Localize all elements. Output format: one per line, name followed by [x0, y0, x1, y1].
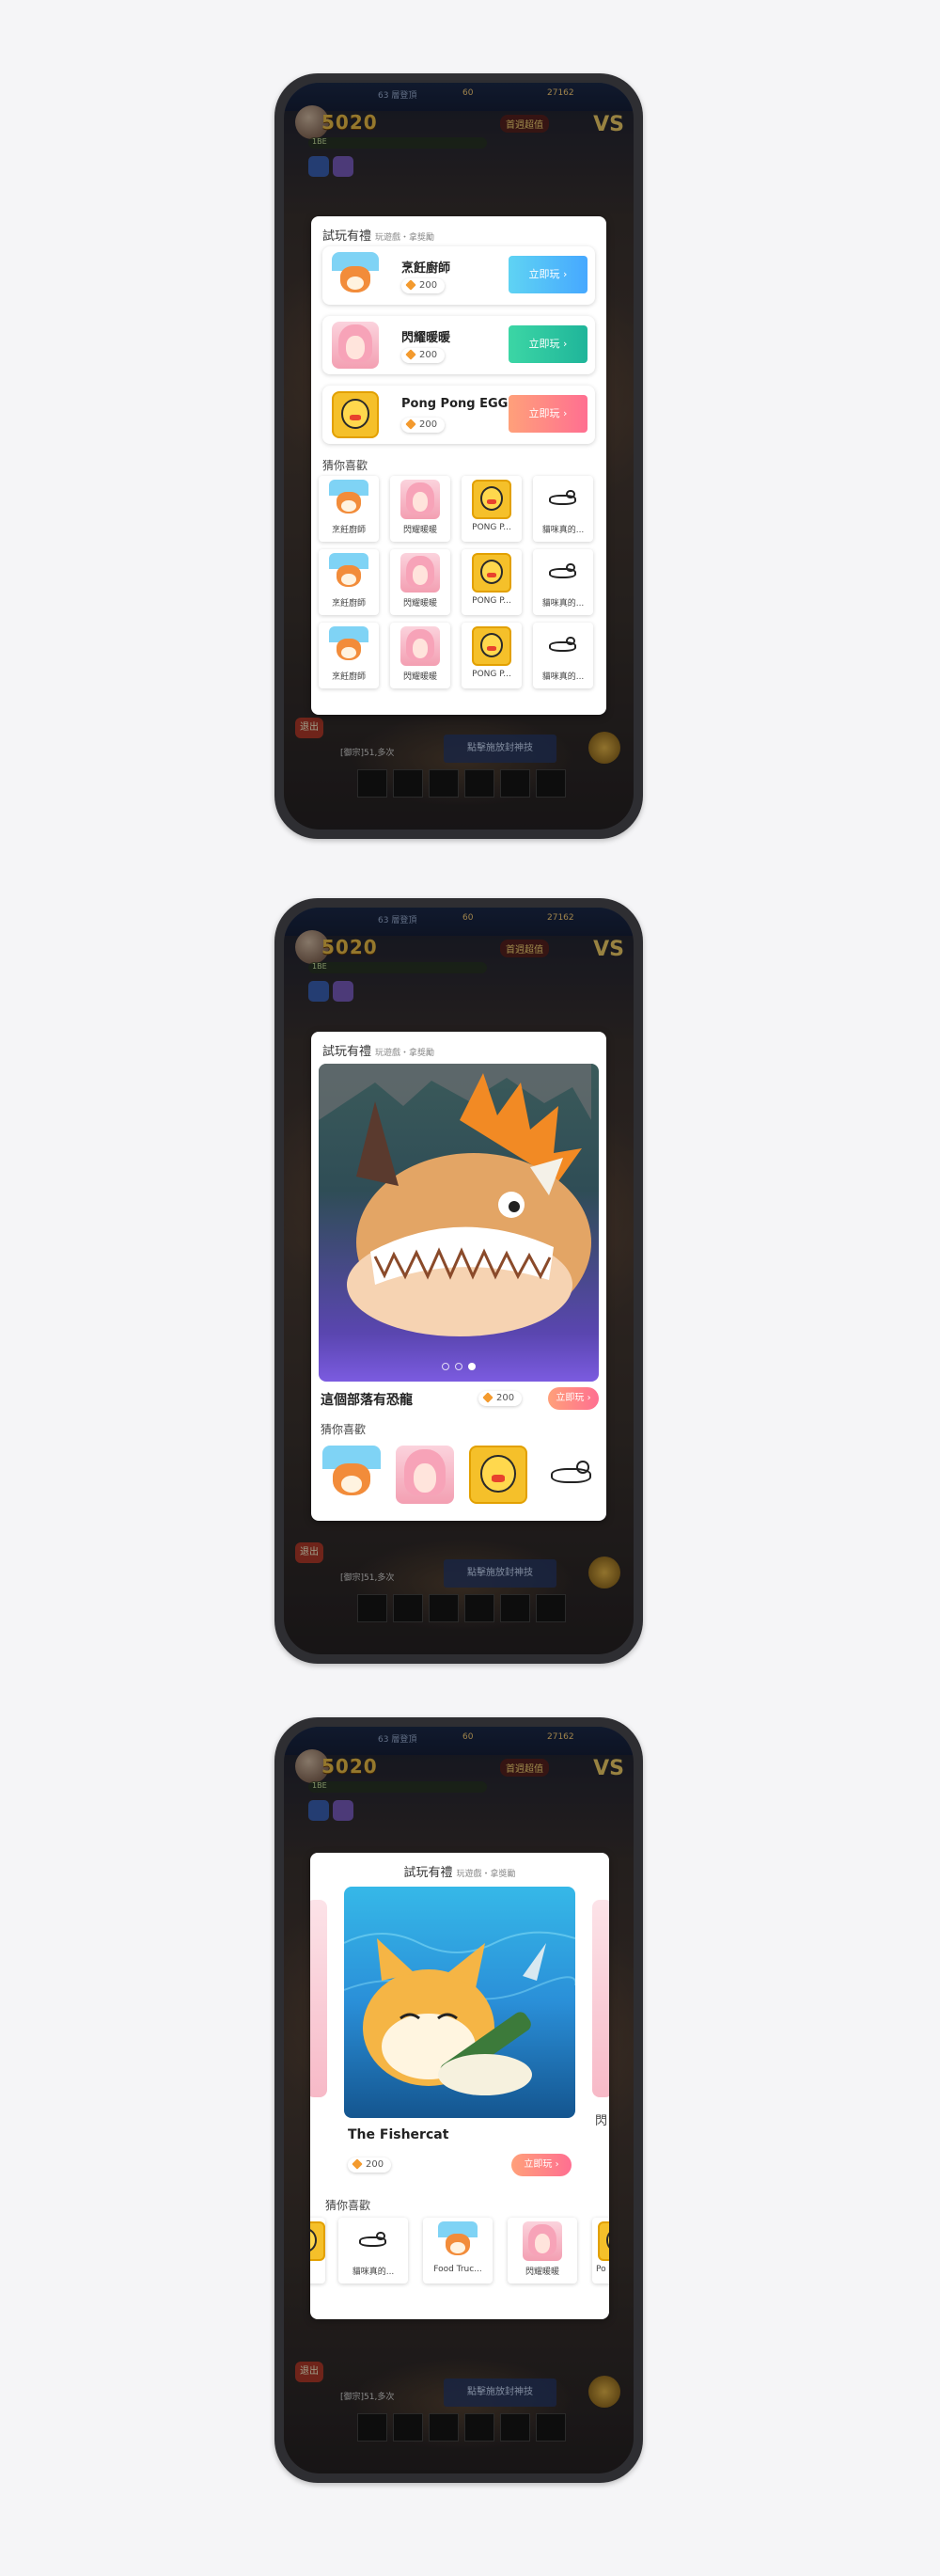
game-tile[interactable]: Food Truc... — [423, 2218, 493, 2284]
game-screen-2: 63 層登頂 60 27162 5020 首週超值 VS 1BE 退出 [御宗]… — [284, 908, 634, 1654]
gem-icon — [482, 1392, 494, 1403]
game-tile[interactable]: 烹飪廚師 — [319, 476, 379, 542]
pink-hair-girl-icon — [400, 480, 440, 519]
pong-egg-icon[interactable] — [469, 1446, 527, 1504]
pong-egg-icon — [472, 626, 511, 666]
carousel-peek-right[interactable] — [592, 1900, 609, 2097]
game-tile[interactable]: 閃耀暖暖 — [390, 549, 450, 615]
play-now-button[interactable]: 立即玩 › — [509, 325, 588, 363]
phone-frame-2: 63 層登頂 60 27162 5020 首週超值 VS 1BE 退出 [御宗]… — [274, 898, 643, 1664]
trial-reward-panel: 試玩有禮 玩遊戲・拿獎勵 烹飪廚師 200 立即玩 › 閃耀暖暖 200 立即玩 … — [311, 216, 606, 715]
game-tile[interactable]: 貓咪真的... — [533, 623, 593, 688]
game-tile[interactable]: PONG P... — [462, 476, 522, 542]
offer-name: Pong Pong EGG — [401, 397, 509, 411]
featured-game-banner[interactable] — [344, 1887, 575, 2118]
game-tile[interactable]: 閃耀暖暖 — [390, 623, 450, 688]
featured-game-banner[interactable] — [319, 1064, 599, 1382]
shiba-chef-icon — [438, 2221, 478, 2261]
offer-row[interactable]: 烹飪廚師 200 立即玩 › — [322, 246, 595, 305]
cat-doodle-icon — [543, 626, 583, 666]
gem-icon — [405, 279, 416, 291]
game-tile-partial[interactable]: Po — [592, 2218, 609, 2284]
pink-hair-girl-icon — [400, 626, 440, 666]
panel-header: 試玩有禮 玩遊戲・拿獎勵 — [403, 1866, 516, 1880]
game-tile-partial[interactable] — [310, 2218, 325, 2284]
cat-doodle-icon — [543, 553, 583, 593]
play-now-button[interactable]: 立即玩 › — [511, 2154, 572, 2176]
pink-hair-girl-icon — [400, 553, 440, 593]
game-tile[interactable]: 貓咪真的... — [533, 476, 593, 542]
pong-egg-icon — [598, 2221, 609, 2261]
recommend-title: 猜你喜歡 — [325, 2199, 371, 2212]
shiba-chef-icon — [329, 626, 368, 666]
game-tile[interactable]: 烹飪廚師 — [319, 623, 379, 688]
offer-row[interactable]: Pong Pong EGG 200 立即玩 › — [322, 386, 595, 444]
cat-doodle-icon — [543, 480, 583, 519]
recommend-title: 猜你喜歡 — [322, 459, 368, 472]
pong-egg-icon — [472, 480, 511, 519]
phone-frame-1: 63 層登頂 60 27162 5020 首週超值 VS 1BE 退出 [御宗]… — [274, 73, 643, 839]
points-badge: 200 — [401, 418, 446, 433]
trial-reward-panel: 試玩有禮 玩遊戲・拿獎勵 閃 The Fishercat 200 立即玩 › 猜… — [310, 1853, 609, 2319]
dinosaur-artwork-icon — [319, 1064, 591, 1336]
pong-egg-icon — [332, 391, 379, 438]
gem-icon — [352, 2158, 363, 2170]
game-tile[interactable]: 閃耀暖暖 — [508, 2218, 577, 2284]
carousel-dots[interactable] — [319, 1356, 599, 1374]
carousel-peek-left[interactable] — [310, 1900, 327, 2097]
featured-game-name: 這個部落有恐龍 — [321, 1393, 413, 1408]
offer-row[interactable]: 閃耀暖暖 200 立即玩 › — [322, 316, 595, 374]
game-tile[interactable]: 閃耀暖暖 — [390, 476, 450, 542]
game-tile[interactable]: 貓咪真的... — [533, 549, 593, 615]
gem-icon — [405, 349, 416, 360]
game-tile[interactable]: 烹飪廚師 — [319, 549, 379, 615]
offer-name: 烹飪廚師 — [401, 261, 451, 276]
points-badge: 200 — [401, 278, 446, 293]
fishercat-artwork-icon — [344, 1931, 575, 2095]
offer-name: 閃耀暖暖 — [401, 331, 451, 345]
shiba-chef-icon — [329, 553, 368, 593]
shiba-chef-icon[interactable] — [322, 1446, 381, 1504]
game-tile[interactable]: PONG P... — [462, 549, 522, 615]
shiba-chef-icon — [332, 252, 379, 299]
play-now-button[interactable]: 立即玩 › — [509, 395, 588, 433]
recommend-title: 猜你喜歡 — [321, 1423, 367, 1436]
points-badge: 200 — [401, 348, 446, 363]
points-badge: 200 — [348, 2157, 392, 2173]
gem-icon — [405, 419, 416, 430]
panel-header: 試玩有禮 玩遊戲・拿獎勵 — [322, 229, 435, 244]
shiba-chef-icon — [329, 480, 368, 519]
pink-hair-girl-icon[interactable] — [396, 1446, 454, 1504]
panel-header: 試玩有禮 玩遊戲・拿獎勵 — [322, 1045, 435, 1059]
game-screen-1: 63 層登頂 60 27162 5020 首週超值 VS 1BE 退出 [御宗]… — [284, 83, 634, 830]
peek-right-label: 閃 — [594, 2114, 607, 2128]
pong-egg-icon — [472, 553, 511, 593]
play-now-button[interactable]: 立即玩 › — [509, 256, 588, 293]
game-screen-3: 63 層登頂 60 27162 5020 首週超值 VS 1BE 退出 [御宗]… — [284, 1727, 634, 2473]
pink-hair-girl-icon — [332, 322, 379, 369]
pink-hair-girl-icon — [523, 2221, 562, 2261]
game-tile[interactable]: 貓咪真的... — [338, 2218, 408, 2284]
points-badge: 200 — [478, 1391, 523, 1406]
play-now-button[interactable]: 立即玩 › — [548, 1387, 599, 1410]
featured-game-name: The Fishercat — [348, 2127, 449, 2142]
phone-frame-3: 63 層登頂 60 27162 5020 首週超值 VS 1BE 退出 [御宗]… — [274, 1717, 643, 2483]
cat-doodle-icon — [353, 2221, 393, 2261]
pong-egg-icon — [310, 2221, 325, 2261]
cat-doodle-icon[interactable] — [542, 1446, 601, 1504]
trial-reward-panel: 試玩有禮 玩遊戲・拿獎勵 這個部落有恐龍 200 立即玩 › 猜你喜歡 — [311, 1032, 606, 1521]
game-tile[interactable]: PONG P... — [462, 623, 522, 688]
